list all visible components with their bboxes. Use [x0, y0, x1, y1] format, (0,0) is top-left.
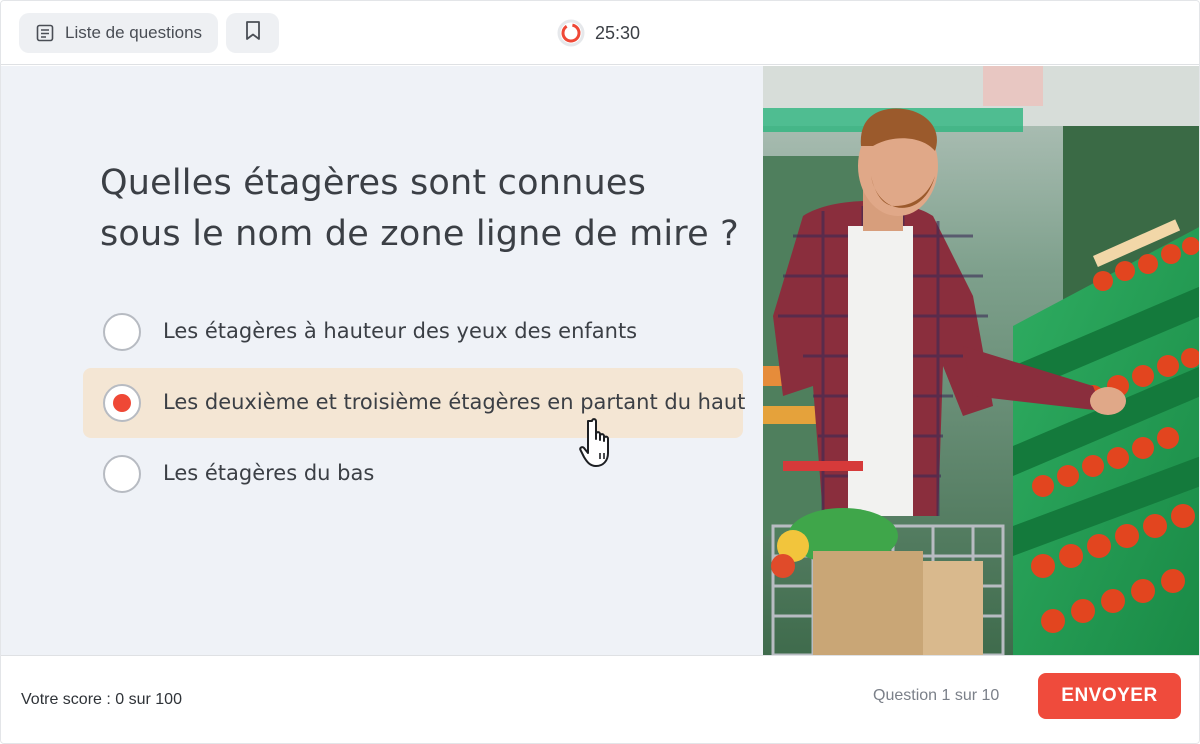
bookmark-button[interactable]	[226, 13, 279, 53]
quiz-window: Liste de questions 25:30 Quelles étagère…	[0, 0, 1200, 744]
question-title: Quelles étagères sont connues sous le no…	[100, 158, 740, 260]
answer-label-3: Les étagères du bas	[163, 461, 375, 485]
countdown-timer: 25:30	[557, 18, 640, 48]
radio-button-option-2[interactable]	[103, 384, 141, 422]
radio-button-option-3[interactable]	[103, 455, 141, 493]
score-text: Votre score : 0 sur 100	[21, 691, 182, 708]
footer-bar: Votre score : 0 sur 100 Question 1 sur 1…	[1, 655, 1199, 743]
radio-button-option-1[interactable]	[103, 313, 141, 351]
list-document-icon	[35, 23, 55, 43]
answer-option-1[interactable]: Les étagères à hauteur des yeux des enfa…	[83, 297, 743, 367]
question-panel: Quelles étagères sont connues sous le no…	[1, 66, 763, 655]
top-bar: Liste de questions 25:30	[1, 1, 1199, 65]
question-image-shopper-produce-aisle	[763, 66, 1199, 655]
timer-value: 25:30	[595, 22, 641, 43]
question-line-2: sous le nom de zone ligne de mire ?	[100, 214, 739, 254]
question-list-label: Liste de questions	[65, 23, 203, 42]
bookmark-icon	[244, 20, 262, 47]
answer-label-1: Les étagères à hauteur des yeux des enfa…	[163, 319, 638, 343]
answer-label-2: Les deuxième et troisième étagères en pa…	[163, 390, 746, 414]
answer-option-3[interactable]: Les étagères du bas	[83, 439, 743, 509]
question-list-button[interactable]: Liste de questions	[19, 13, 218, 53]
radio-selected-dot	[113, 394, 131, 412]
submit-button[interactable]: ENVOYER	[1038, 673, 1181, 719]
answer-option-2[interactable]: Les deuxième et troisième étagères en pa…	[83, 368, 746, 438]
question-line-1: Quelles étagères sont connues	[100, 163, 647, 203]
question-progress-text: Question 1 sur 10	[873, 687, 1000, 704]
hand-pointer-cursor-icon	[579, 418, 609, 467]
countdown-ring-icon	[557, 19, 585, 47]
